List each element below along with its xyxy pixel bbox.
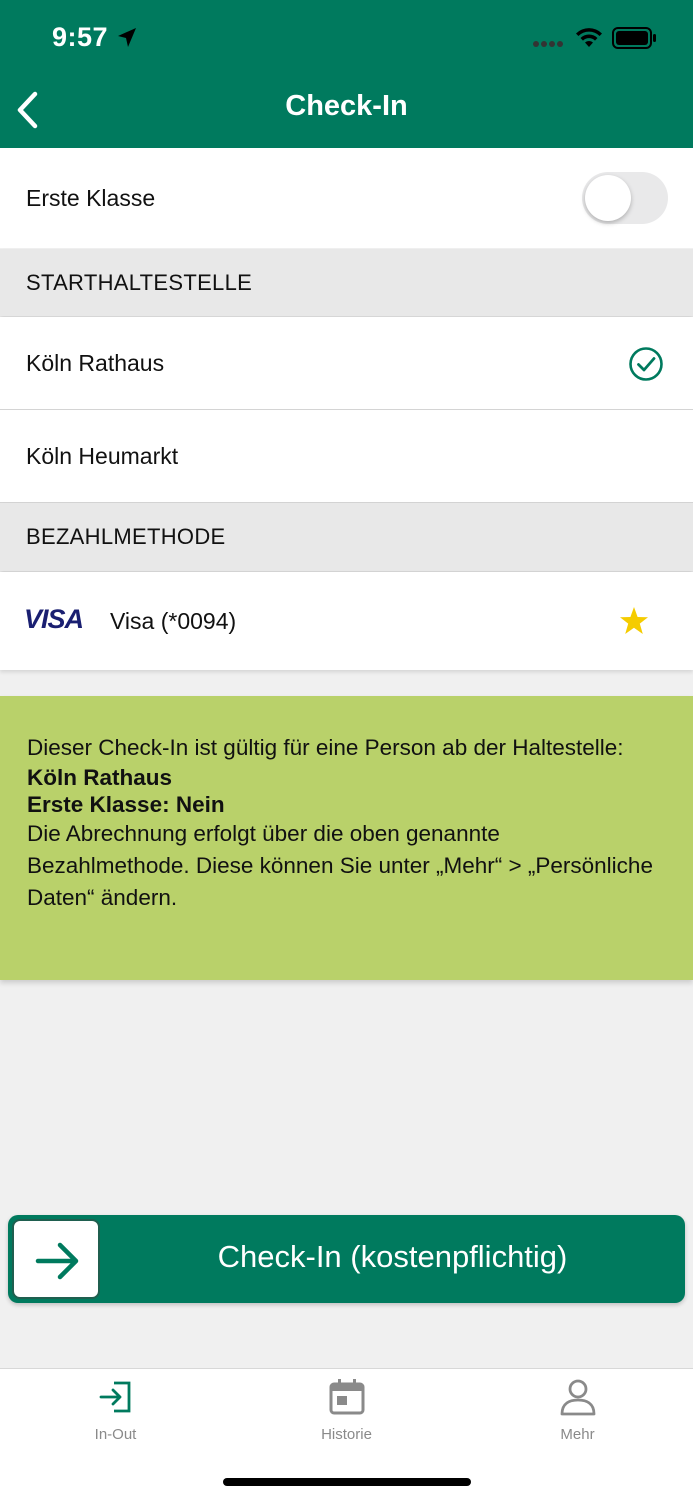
sign-in-icon [99, 1381, 131, 1413]
tab-mehr[interactable]: Mehr [462, 1369, 693, 1459]
payment-heading: BEZAHLMETHODE [26, 524, 226, 549]
toggle-knob [585, 175, 631, 221]
tab-label: In-Out [94, 1426, 137, 1443]
info-stop-name: Köln Rathaus [27, 765, 173, 790]
check-in-button-label: Check-In (kostenpflichtig) [217, 1239, 568, 1274]
tab-historie[interactable]: Historie [231, 1369, 462, 1459]
info-first-class: Erste Klasse: Nein [27, 792, 225, 817]
checkmark-circle-icon [629, 347, 663, 381]
location-arrow-icon [118, 28, 136, 47]
first-class-toggle[interactable] [582, 172, 668, 224]
calendar-icon [329, 1379, 365, 1415]
signal-icon [533, 41, 563, 47]
payment-method-row[interactable]: VISA Visa (*0094) [0, 572, 693, 670]
payment-method-label: Visa (*0094) [110, 607, 237, 634]
start-stop-section-header: STARTHALTESTELLE [0, 249, 693, 316]
arrow-right-icon [35, 1242, 79, 1280]
start-stop-heading: STARTHALTESTELLE [26, 269, 253, 295]
status-time: 9:57 [52, 22, 109, 52]
tab-label: Historie [321, 1426, 372, 1443]
stop-item-koeln-heumarkt[interactable]: Köln Heumarkt [0, 410, 693, 502]
app-header: 9:57 Check-In [0, 0, 693, 148]
check-in-info-box: Dieser Check-In ist gültig für eine Pers… [0, 696, 693, 980]
cta-icon-box [12, 1219, 100, 1299]
first-class-label: Erste Klasse [26, 184, 156, 211]
visa-logo: VISA [24, 604, 84, 634]
home-indicator [223, 1478, 471, 1486]
stop-label: Köln Rathaus [26, 349, 165, 376]
info-text-intro: Dieser Check-In ist gültig für eine Pers… [27, 735, 624, 760]
check-in-button[interactable]: Check-In (kostenpflichtig) [8, 1215, 685, 1303]
info-text-billing: Die Abrechnung erfolgt über die oben gen… [27, 821, 653, 910]
stop-item-koeln-rathaus[interactable]: Köln Rathaus [0, 317, 693, 409]
stop-label: Köln Heumarkt [26, 442, 179, 469]
wifi-icon [576, 28, 602, 47]
payment-section-header: BEZAHLMETHODE [0, 503, 693, 571]
star-icon [620, 607, 648, 634]
tab-label: Mehr [560, 1426, 595, 1443]
tab-in-out[interactable]: In-Out [0, 1369, 231, 1459]
battery-icon [612, 27, 656, 49]
person-icon [560, 1379, 596, 1416]
first-class-row: Erste Klasse [0, 148, 693, 248]
page-title: Check-In [285, 90, 408, 122]
